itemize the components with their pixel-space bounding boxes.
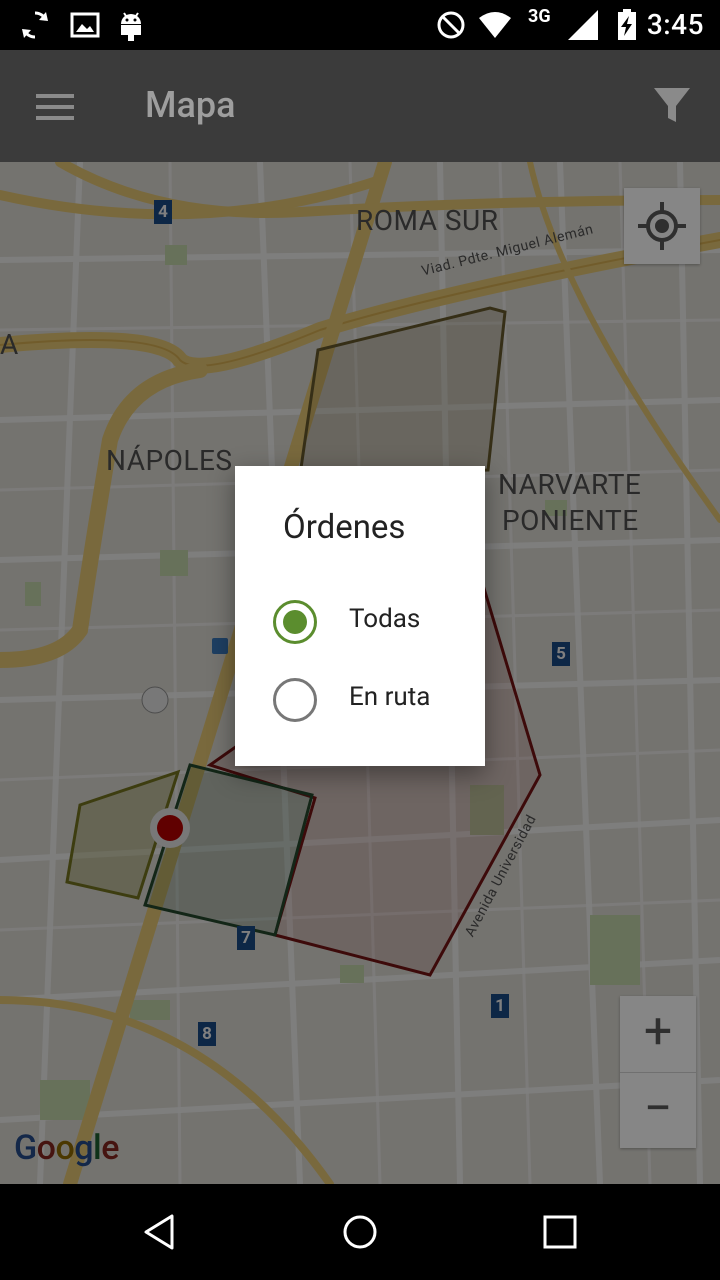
option-label: Todas (349, 604, 421, 634)
do-not-disturb-icon (437, 11, 465, 39)
home-icon[interactable] (340, 1212, 380, 1252)
option-label: En ruta (349, 682, 431, 712)
wifi-icon (479, 12, 511, 38)
orders-filter-dialog: Órdenes Todas En ruta (235, 466, 485, 766)
image-icon (70, 12, 100, 38)
battery-charging-icon (618, 9, 636, 40)
clock: 3:45 (646, 8, 704, 41)
android-icon (121, 12, 141, 41)
sync-icon (22, 11, 48, 39)
my-location-button[interactable] (624, 188, 700, 264)
status-bar: 3G 3:45 (0, 0, 720, 50)
my-location-icon (638, 202, 686, 250)
navigation-bar (0, 1184, 720, 1280)
recents-icon[interactable] (540, 1212, 580, 1252)
menu-icon[interactable] (36, 92, 76, 122)
network-type-label: 3G (528, 6, 551, 27)
filter-icon[interactable] (650, 84, 694, 128)
back-icon[interactable] (140, 1212, 180, 1252)
signal-icon (568, 10, 598, 40)
app-bar: Mapa (0, 50, 720, 162)
page-title: Mapa (145, 84, 236, 126)
zoom-out-button[interactable]: − (620, 1073, 696, 1148)
radio-todas[interactable] (273, 600, 317, 644)
dialog-title: Órdenes (283, 508, 406, 547)
option-en-ruta[interactable]: En ruta (273, 672, 483, 732)
zoom-in-button[interactable]: + (620, 996, 696, 1071)
option-todas[interactable]: Todas (273, 594, 483, 654)
radio-en-ruta[interactable] (273, 678, 317, 722)
zoom-controls: + − (620, 996, 696, 1148)
